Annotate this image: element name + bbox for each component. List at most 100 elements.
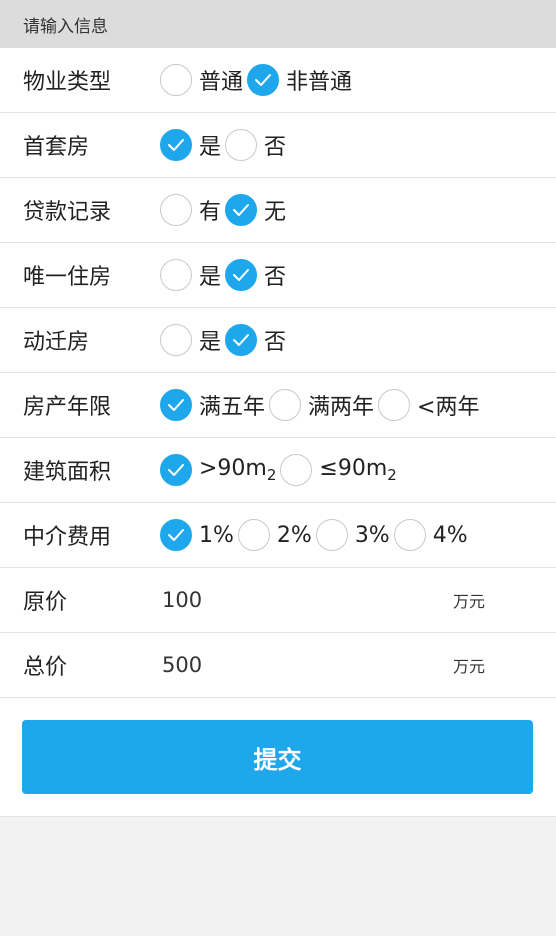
radio-unchecked[interactable] (378, 389, 411, 421)
option-text: 满两年 (308, 395, 375, 420)
radio-unchecked[interactable] (237, 519, 270, 551)
building-area-option[interactable]: >90m2 (160, 454, 276, 486)
total-price-row: 总价 500 万元 (0, 633, 556, 698)
loan-record-option[interactable]: 有 (160, 194, 221, 226)
option-text: 否 (264, 330, 287, 355)
first-home-option[interactable]: 是 (160, 129, 221, 161)
first-home-option[interactable]: 否 (225, 129, 286, 161)
option-text: 非普通 (286, 70, 353, 95)
option-label: 否 (264, 324, 286, 356)
radio-unchecked[interactable] (160, 324, 192, 356)
only-home-option[interactable]: 否 (225, 259, 286, 291)
property-type-label: 物业类型 (23, 70, 112, 95)
first-home-label: 首套房 (23, 135, 90, 160)
option-text: >90m (199, 456, 267, 481)
option-label: 2% (277, 523, 312, 548)
radio-unchecked[interactable] (160, 64, 192, 96)
radio-unchecked[interactable] (225, 129, 258, 161)
option-text: 否 (264, 135, 287, 160)
relocation-home-options: 是否 (160, 308, 290, 372)
option-text: 1% (199, 522, 234, 548)
property-type-option[interactable]: 普通 (160, 64, 243, 96)
relocation-home-option[interactable]: 否 (225, 324, 286, 356)
radio-checked[interactable] (160, 389, 192, 421)
radio-checked[interactable] (225, 259, 258, 291)
checkmark-icon (233, 334, 250, 346)
original-price-row: 原价 100 万元 (0, 568, 556, 633)
option-label: 满两年 (308, 389, 374, 421)
option-label: 是 (199, 324, 221, 356)
option-text: 普通 (199, 70, 244, 95)
checkmark-icon (168, 399, 184, 411)
property-type-option[interactable]: 非普通 (247, 64, 352, 96)
original-price-input[interactable]: 100 (162, 568, 202, 632)
option-label: >90m2 (199, 456, 276, 484)
checkmark-icon (168, 139, 184, 151)
radio-checked[interactable] (160, 519, 192, 551)
option-label: 非普通 (286, 64, 352, 96)
option-text: 是 (199, 135, 222, 160)
option-text: 4% (432, 522, 468, 548)
radio-checked[interactable] (225, 194, 258, 226)
checkmark-icon (233, 204, 250, 216)
property-type-row: 物业类型 普通 非普通 (0, 48, 556, 113)
checkmark-icon (255, 74, 272, 86)
agency-fee-label: 中介费用 (23, 525, 112, 550)
radio-checked[interactable] (225, 324, 258, 356)
relocation-home-option[interactable]: 是 (160, 324, 221, 356)
property-years-option[interactable]: 满五年 (160, 389, 265, 421)
relocation-home-row: 动迁房是否 (0, 308, 556, 373)
submit-area: 提交 (0, 698, 556, 817)
option-text: 否 (264, 265, 287, 290)
option-label: 无 (264, 194, 286, 226)
checkmark-icon (233, 269, 250, 281)
radio-unchecked[interactable] (160, 194, 192, 226)
agency-fee-option[interactable]: 3% (315, 519, 390, 551)
option-label: 1% (199, 523, 234, 548)
option-text: 2% (276, 522, 312, 548)
total-price-input[interactable]: 500 (162, 633, 202, 697)
checkmark-icon (168, 529, 184, 541)
option-label: ≤90m2 (319, 456, 396, 484)
property-years-row: 房产年限 满五年 满两年 <两年 (0, 373, 556, 438)
agency-fee-options: 1% 2% 3% 4% (160, 503, 472, 567)
first-home-row: 首套房是否 (0, 113, 556, 178)
submit-button[interactable]: 提交 (22, 720, 533, 794)
option-text: 3% (354, 522, 390, 548)
property-years-label: 房产年限 (23, 395, 112, 420)
radio-unchecked[interactable] (269, 389, 302, 421)
agency-fee-option[interactable]: 2% (237, 519, 312, 551)
option-label: 3% (355, 523, 390, 548)
option-subscript: 2 (387, 466, 397, 484)
loan-record-options: 有无 (160, 178, 290, 242)
building-area-option[interactable]: ≤90m2 (280, 454, 397, 486)
loan-record-label: 贷款记录 (23, 200, 112, 225)
option-label: 4% (433, 523, 468, 548)
radio-checked[interactable] (160, 454, 192, 486)
radio-unchecked[interactable] (160, 259, 192, 291)
property-years-options: 满五年 满两年 <两年 (160, 373, 483, 437)
building-area-label: 建筑面积 (23, 460, 112, 485)
building-area-row: 建筑面积 >90m2 ≤90m2 (0, 438, 556, 503)
property-years-option[interactable]: 满两年 (269, 389, 374, 421)
loan-record-option[interactable]: 无 (225, 194, 286, 226)
only-home-options: 是否 (160, 243, 290, 307)
radio-checked[interactable] (247, 64, 280, 96)
option-text: 满五年 (199, 395, 266, 420)
radio-unchecked[interactable] (315, 519, 348, 551)
property-type-options: 普通 非普通 (160, 48, 356, 112)
total-price-unit: 万元 (453, 657, 486, 676)
radio-unchecked[interactable] (280, 454, 313, 486)
property-years-option[interactable]: <两年 (378, 389, 479, 421)
option-label: 满五年 (199, 389, 265, 421)
option-text: 有 (199, 200, 222, 225)
radio-unchecked[interactable] (393, 519, 426, 551)
agency-fee-option[interactable]: 4% (393, 519, 468, 551)
header-title: 请输入信息 (23, 16, 108, 37)
relocation-home-label: 动迁房 (23, 330, 90, 355)
agency-fee-option[interactable]: 1% (160, 519, 234, 551)
first-home-options: 是否 (160, 113, 290, 177)
total-price-label: 总价 (23, 655, 68, 680)
only-home-option[interactable]: 是 (160, 259, 221, 291)
radio-checked[interactable] (160, 129, 192, 161)
